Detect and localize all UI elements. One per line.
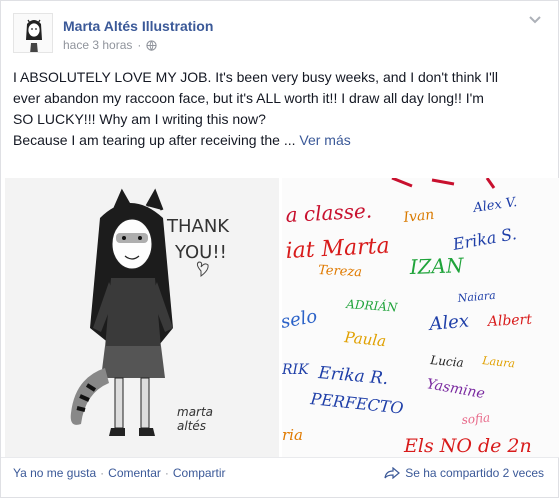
photo-grid: THANK YOU!! marta altés a classe. Ivan Ale… [5, 178, 559, 458]
see-more-link[interactable]: Ver más [299, 132, 350, 148]
signature-line-1: marta [177, 405, 213, 419]
post-line: SO LUCKY!!! Why am I writing this now? [13, 111, 266, 127]
handwritten-name: sofia [461, 411, 491, 427]
post-line: Because I am tearing up after receiving … [13, 130, 548, 151]
comment-link[interactable]: Comentar [108, 466, 161, 480]
post-line: ever abandon my raccoon face, but it's A… [13, 90, 484, 106]
handwritten-name: IZAN [408, 253, 465, 279]
sep-dot: · [137, 38, 142, 52]
post-line: I ABSOLUTELY LOVE MY JOB. It's been very… [13, 69, 499, 85]
action-sep: · [164, 466, 169, 480]
photo-drawing[interactable]: THANK YOU!! marta altés [5, 178, 279, 458]
raccoon-girl-drawing: THANK YOU!! marta altés [5, 178, 279, 458]
page-avatar[interactable] [13, 13, 53, 53]
handwritten-name: a classe. [285, 198, 373, 226]
share-count-label: Se ha compartido 2 veces [405, 466, 544, 480]
avatar-illustration [14, 14, 52, 52]
handwritten-name: Ivan [402, 207, 435, 226]
handwritten-name: Els NO de 2n [403, 435, 532, 457]
speech-text-2: YOU!! [174, 242, 227, 263]
share-link[interactable]: Compartir [173, 466, 226, 480]
share-count[interactable]: Se ha compartido 2 veces [384, 466, 544, 480]
photo-class-card[interactable]: a classe. Ivan Alex V. iat Marta Erika S. IZA… [282, 178, 559, 458]
action-sep: · [100, 466, 105, 480]
speech-text-1: THANK [166, 216, 230, 237]
children-names-card: a classe. IvanAlex V.iat Marta Erika S.IZA… [282, 178, 559, 458]
signature-line-2: altés [177, 419, 206, 433]
handwritten-name: Alex [427, 311, 470, 336]
post-timestamp[interactable]: hace 3 horas [63, 38, 132, 52]
page-name-link[interactable]: Marta Altés Illustration [63, 18, 213, 34]
chevron-down-icon[interactable] [528, 15, 542, 25]
footer-divider [1, 457, 559, 458]
handwritten-name: Lucia [429, 353, 465, 370]
unlike-link[interactable]: Ya no me gusta [13, 466, 96, 480]
handwritten-name: ria [282, 426, 303, 444]
post-actions: Ya no me gusta · Comentar · Compartir [13, 466, 226, 480]
post-card: Marta Altés Illustration hace 3 horas · … [0, 0, 559, 498]
post-meta: hace 3 horas · [63, 38, 158, 52]
post-body: I ABSOLUTELY LOVE MY JOB. It's been very… [13, 67, 548, 151]
handwritten-name: Tereza [318, 263, 363, 280]
post-line-truncated: Because I am tearing up after receiving … [13, 132, 296, 148]
handwritten-name: Albert [485, 312, 532, 330]
handwritten-name: RIK [282, 362, 310, 378]
globe-icon[interactable] [146, 39, 158, 51]
share-arrow-icon [384, 467, 401, 479]
